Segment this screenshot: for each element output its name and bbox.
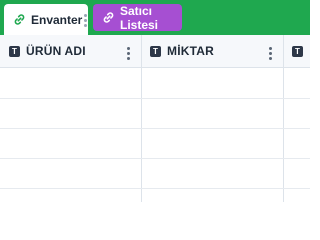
column-menu-icon[interactable] bbox=[127, 47, 130, 60]
row-divider bbox=[0, 188, 310, 189]
link-icon bbox=[13, 13, 26, 26]
tab-label: Envanter bbox=[31, 12, 83, 27]
row-divider bbox=[0, 128, 310, 129]
column-header-urun-adi[interactable]: T ÜRÜN ADI bbox=[9, 35, 86, 67]
link-icon bbox=[102, 11, 115, 24]
text-type-icon: T bbox=[9, 45, 20, 57]
column-label: MİKTAR bbox=[167, 44, 214, 58]
data-grid: T ÜRÜN ADI T MİKTAR T bbox=[0, 35, 310, 202]
grid-header: T ÜRÜN ADI T MİKTAR T bbox=[0, 35, 310, 68]
tab-envanter[interactable]: Envanter bbox=[4, 4, 88, 35]
tab-satici-listesi[interactable]: Satıcı Listesi bbox=[93, 3, 182, 32]
tab-label: Satıcı Listesi bbox=[120, 3, 159, 32]
column-divider bbox=[141, 35, 142, 202]
column-header-miktar[interactable]: T MİKTAR bbox=[150, 35, 214, 67]
tab-bar: Envanter Satıcı Listesi bbox=[0, 0, 310, 35]
column-label: ÜRÜN ADI bbox=[26, 44, 86, 58]
row-divider bbox=[0, 98, 310, 99]
column-header-third[interactable]: T bbox=[292, 35, 309, 67]
column-divider bbox=[283, 35, 284, 202]
text-type-icon: T bbox=[292, 45, 303, 57]
column-menu-icon[interactable] bbox=[269, 47, 272, 60]
text-type-icon: T bbox=[150, 45, 161, 57]
tab-menu-icon[interactable] bbox=[83, 14, 87, 28]
row-divider bbox=[0, 158, 310, 159]
